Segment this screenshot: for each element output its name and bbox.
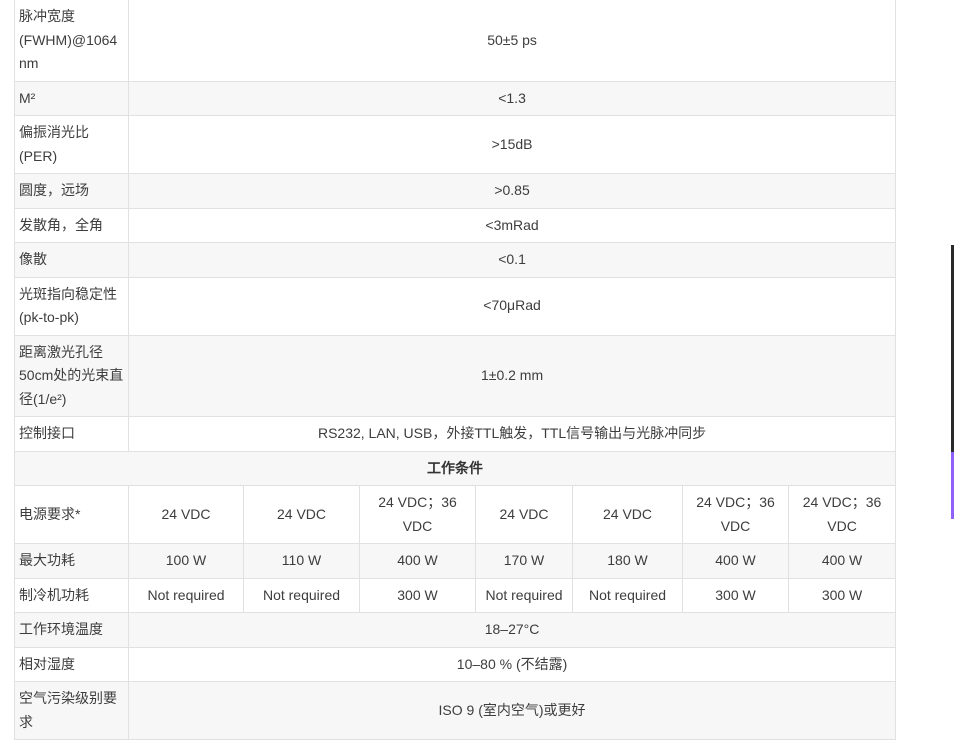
table-row: 制冷机功耗 Not required Not required 300 W No… — [15, 578, 896, 613]
table-row: 发散角，全角 <3mRad — [15, 208, 896, 243]
table-row: 圆度，远场 >0.85 — [15, 174, 896, 209]
row-label: 控制接口 — [15, 417, 129, 452]
table-row: 像散 <0.1 — [15, 243, 896, 278]
grid-cell: 400 W — [360, 544, 476, 579]
row-value: 10–80 % (不结露) — [129, 647, 896, 682]
row-label: 电源要求* — [15, 486, 129, 544]
grid-cell: 180 W — [573, 544, 683, 579]
row-label: 距离激光孔径50cm处的光束直径(1/e²) — [15, 335, 129, 417]
grid-cell: 300 W — [683, 578, 789, 613]
row-label: 发散角，全角 — [15, 208, 129, 243]
row-label: 偏振消光比(PER) — [15, 116, 129, 174]
table-row: 工作环境温度 18–27°C — [15, 613, 896, 648]
table-row: 控制接口 RS232, LAN, USB，外接TTL触发，TTL信号输出与光脉冲… — [15, 417, 896, 452]
row-value: ISO 9 (室内空气)或更好 — [129, 682, 896, 740]
row-label: 最大功耗 — [15, 544, 129, 579]
section-header-row: 工作条件 — [15, 451, 896, 486]
row-label: 光斑指向稳定性(pk-to-pk) — [15, 277, 129, 335]
row-value: 18–27°C — [129, 613, 896, 648]
table-row: 最大功耗 100 W 110 W 400 W 170 W 180 W 400 W… — [15, 544, 896, 579]
grid-cell: 24 VDC；36 VDC — [789, 486, 896, 544]
grid-cell: Not required — [573, 578, 683, 613]
row-label: 工作环境温度 — [15, 613, 129, 648]
row-value: 1±0.2 mm — [129, 335, 896, 417]
row-value: >15dB — [129, 116, 896, 174]
table-row: 偏振消光比(PER) >15dB — [15, 116, 896, 174]
grid-cell: 300 W — [789, 578, 896, 613]
row-label: 圆度，远场 — [15, 174, 129, 209]
grid-cell: 24 VDC；36 VDC — [683, 486, 789, 544]
grid-cell: Not required — [476, 578, 573, 613]
grid-cell: 170 W — [476, 544, 573, 579]
grid-cell: 400 W — [789, 544, 896, 579]
row-value: <3mRad — [129, 208, 896, 243]
grid-cell: 24 VDC — [244, 486, 360, 544]
table-row: 脉冲宽度(FWHM)@1064 nm 50±5 ps — [15, 0, 896, 81]
row-label: 像散 — [15, 243, 129, 278]
grid-cell: 100 W — [129, 544, 244, 579]
row-label: 制冷机功耗 — [15, 578, 129, 613]
row-value: RS232, LAN, USB，外接TTL触发，TTL信号输出与光脉冲同步 — [129, 417, 896, 452]
grid-cell: Not required — [244, 578, 360, 613]
grid-cell: 300 W — [360, 578, 476, 613]
row-label: 脉冲宽度(FWHM)@1064 nm — [15, 0, 129, 81]
row-label: 相对湿度 — [15, 647, 129, 682]
row-value: <70μRad — [129, 277, 896, 335]
row-value: <0.1 — [129, 243, 896, 278]
table-row: 光斑指向稳定性(pk-to-pk) <70μRad — [15, 277, 896, 335]
row-value: 50±5 ps — [129, 0, 896, 81]
grid-cell: 24 VDC — [129, 486, 244, 544]
row-label: M² — [15, 81, 129, 116]
grid-cell: 24 VDC — [573, 486, 683, 544]
table-row: 电源要求* 24 VDC 24 VDC 24 VDC；36 VDC 24 VDC… — [15, 486, 896, 544]
row-value: >0.85 — [129, 174, 896, 209]
grid-cell: 24 VDC；36 VDC — [360, 486, 476, 544]
grid-cell: 24 VDC — [476, 486, 573, 544]
grid-cell: Not required — [129, 578, 244, 613]
grid-cell: 110 W — [244, 544, 360, 579]
table-row: 空气污染级别要求 ISO 9 (室内空气)或更好 — [15, 682, 896, 740]
section-header: 工作条件 — [15, 451, 896, 486]
spec-page: 脉冲宽度(FWHM)@1064 nm 50±5 ps M² <1.3 偏振消光比… — [0, 0, 954, 739]
grid-cell: 400 W — [683, 544, 789, 579]
row-value: <1.3 — [129, 81, 896, 116]
table-row: 距离激光孔径50cm处的光束直径(1/e²) 1±0.2 mm — [15, 335, 896, 417]
table-row: M² <1.3 — [15, 81, 896, 116]
row-label: 空气污染级别要求 — [15, 682, 129, 740]
table-row: 相对湿度 10–80 % (不结露) — [15, 647, 896, 682]
spec-table: 脉冲宽度(FWHM)@1064 nm 50±5 ps M² <1.3 偏振消光比… — [14, 0, 896, 740]
